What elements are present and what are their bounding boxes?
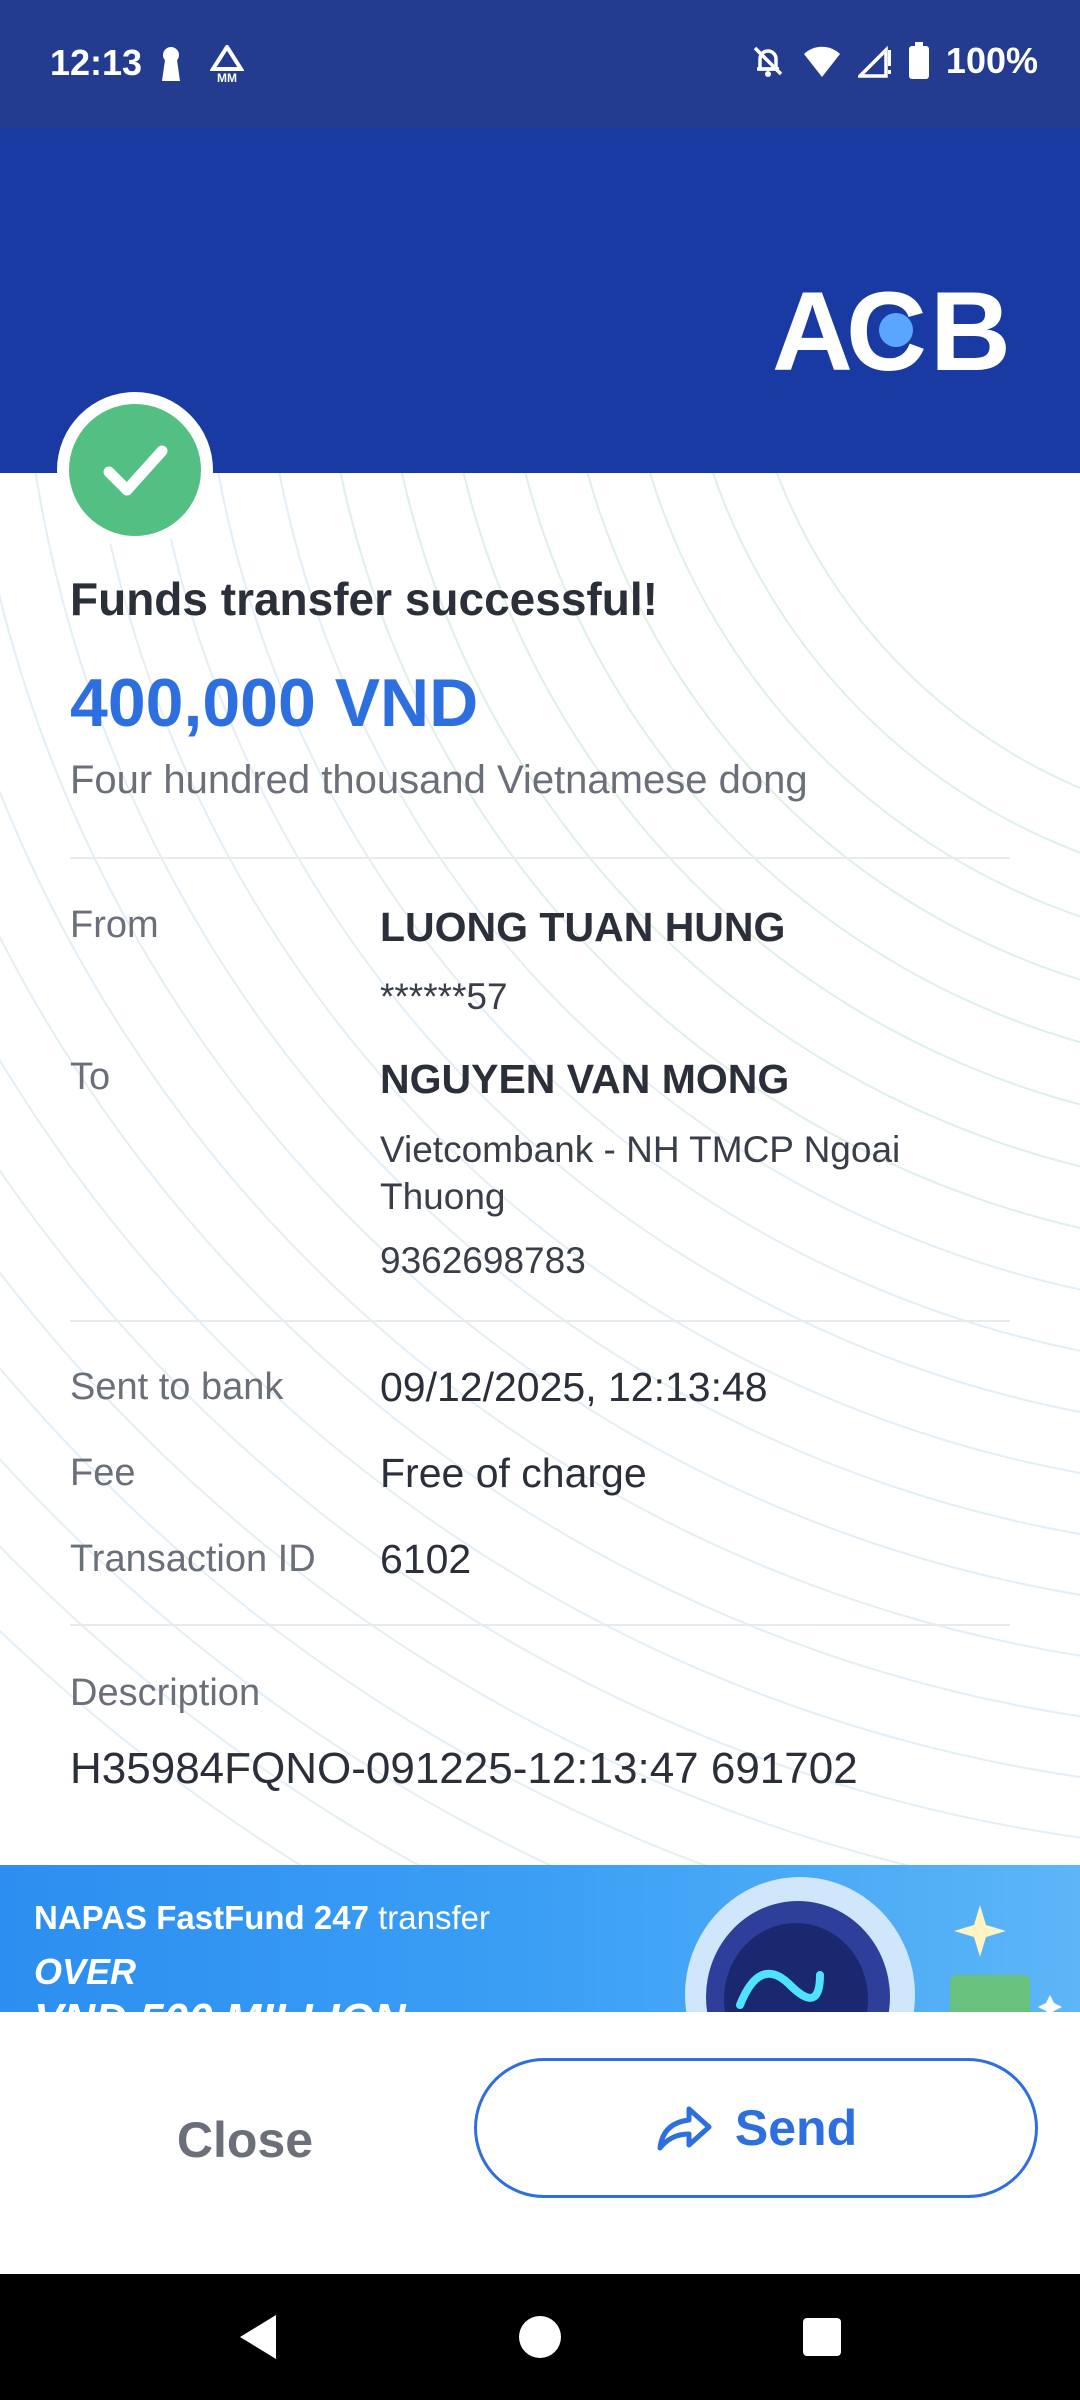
amount-in-words: Four hundred thousand Vietnamese dong <box>70 758 808 802</box>
battery-percent: 100% <box>945 40 1038 81</box>
recipient-name: NGUYEN VAN MONG <box>380 1056 790 1102</box>
status-time: 12:13 <box>50 42 143 83</box>
success-title: Funds transfer successful! <box>70 573 658 625</box>
description-label: Description <box>70 1672 261 1714</box>
sent-to-bank-label: Sent to bank <box>70 1366 284 1408</box>
wifi-icon <box>803 46 840 77</box>
acb-logo: A C B <box>772 278 1011 388</box>
description-value: H35984FQNO-091225-12:13:47 691702 <box>70 1744 858 1793</box>
recipient-account: 9362698783 <box>380 1240 586 1281</box>
divider <box>70 1624 1010 1626</box>
system-nav-bar <box>0 2274 1080 2400</box>
mm-icon: MM <box>210 45 244 83</box>
fee-value: Free of charge <box>380 1450 647 1496</box>
home-icon[interactable] <box>518 2315 562 2359</box>
svg-text:MM: MM <box>217 71 237 83</box>
success-badge <box>57 392 213 548</box>
status-bar: 12:13 MM 100% <box>0 0 1080 128</box>
recipient-bank: Vietcombank - NH TMCP Ngoai Thuong <box>380 1129 901 1217</box>
fee-label: Fee <box>70 1452 136 1494</box>
sender-account: ******57 <box>380 976 508 1017</box>
send-button[interactable]: Send <box>474 2058 1038 2198</box>
svg-text:B: B <box>930 278 1011 388</box>
bell-off-icon <box>753 46 783 77</box>
transaction-id-label: Transaction ID <box>70 1538 316 1580</box>
action-bar: Close Send <box>0 2012 1080 2274</box>
transaction-id-value: 6102 <box>380 1536 472 1582</box>
divider <box>70 857 1010 859</box>
send-button-label: Send <box>734 2100 858 2156</box>
banner-transfer-text: transfer <box>368 1899 490 1936</box>
sender-name: LUONG TUAN HUNG <box>380 904 786 950</box>
banner-service-name: NAPAS FastFund 247 <box>34 1899 369 1936</box>
to-label: To <box>70 1056 111 1098</box>
signal-icon <box>857 45 891 78</box>
svg-text:A: A <box>772 278 850 388</box>
rocket-illustration <box>685 1877 1062 2012</box>
battery-icon <box>908 42 929 79</box>
recents-icon[interactable] <box>802 2317 842 2357</box>
banner-limit-text: VND 500 MILLION <box>34 1995 406 2012</box>
share-arrow-icon <box>657 2106 712 2151</box>
transfer-amount: 400,000 VND <box>70 665 479 741</box>
back-icon[interactable] <box>236 2312 280 2362</box>
close-button[interactable]: Close <box>80 2072 410 2208</box>
sent-to-bank-value: 09/12/2025, 12:13:48 <box>380 1364 768 1410</box>
from-label: From <box>70 904 159 946</box>
banner-over-text: OVER <box>34 1951 137 1992</box>
promo-banner[interactable]: NAPAS FastFund 247 transfer OVER VND 500… <box>0 1865 1080 2012</box>
keyhole-icon <box>162 47 180 81</box>
divider <box>70 1320 1010 1322</box>
checkmark-icon <box>103 445 168 496</box>
